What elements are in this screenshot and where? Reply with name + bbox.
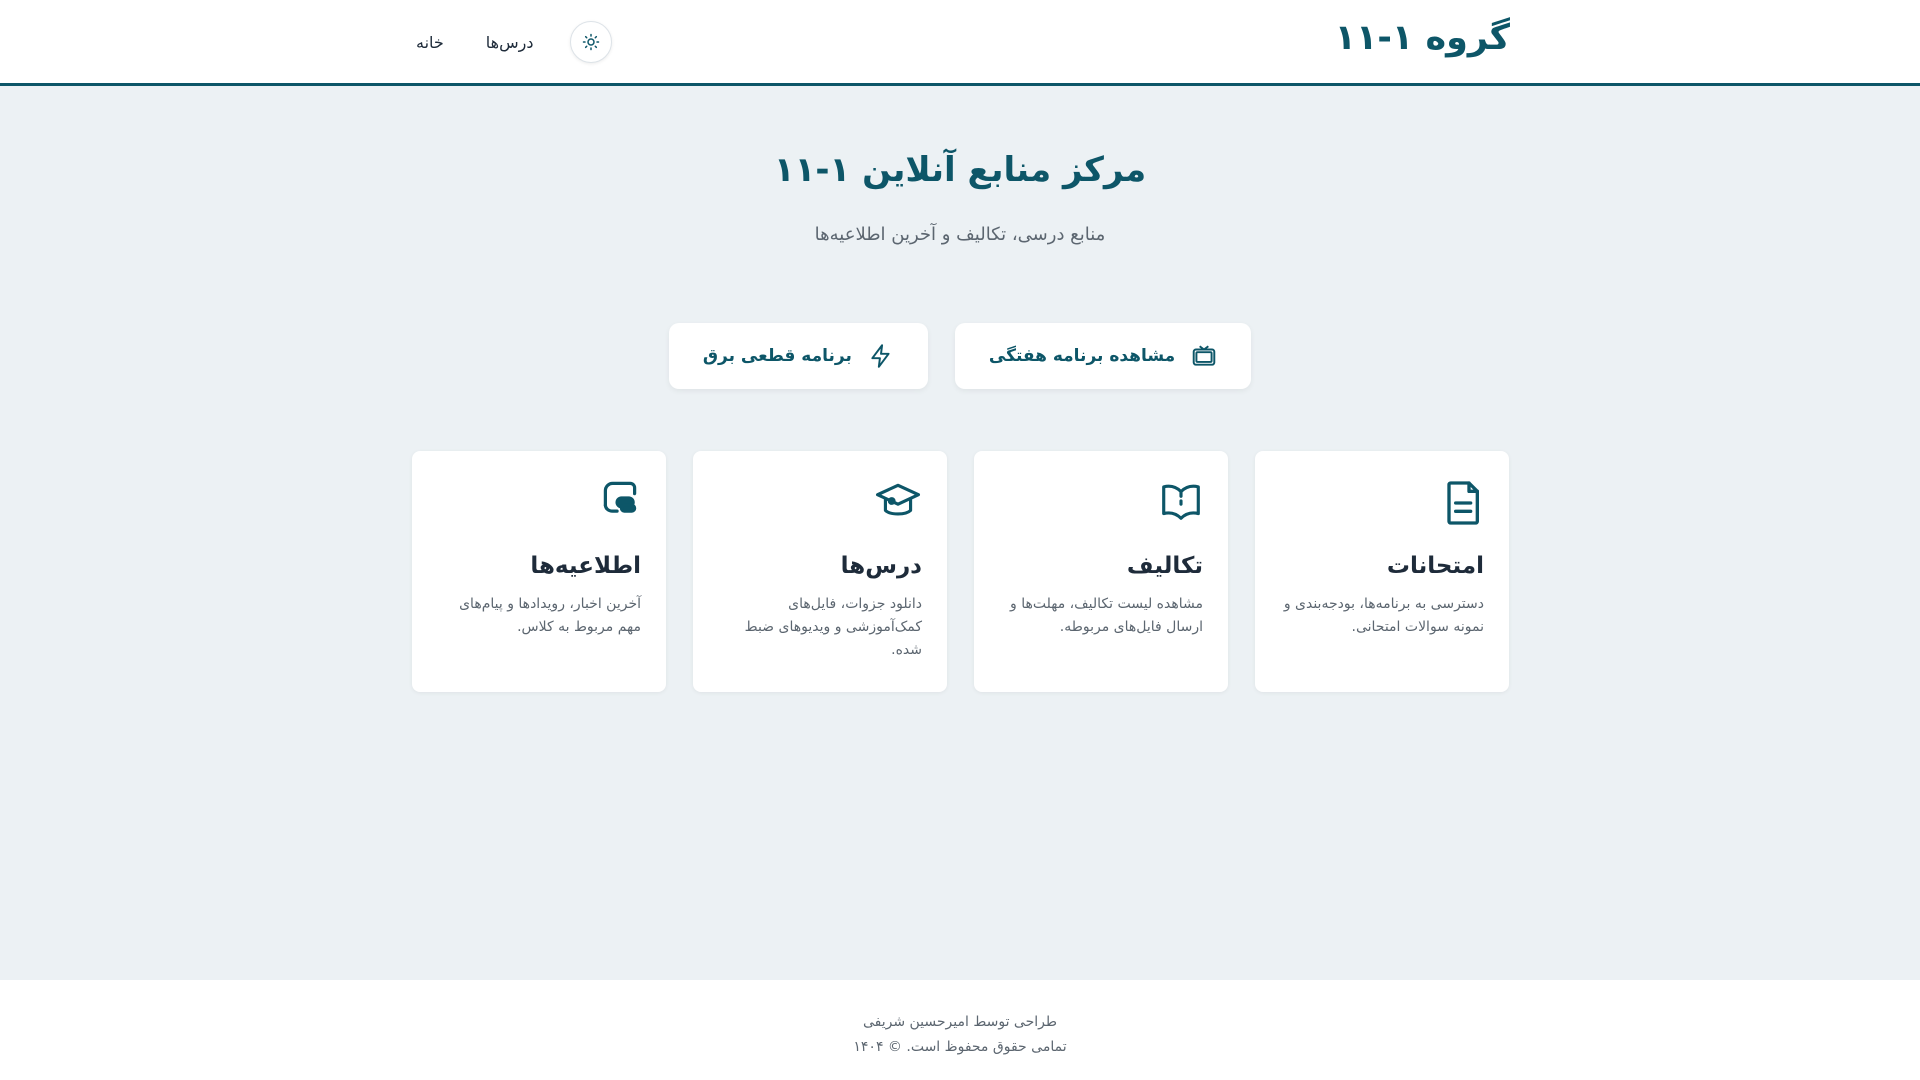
footer-copyright: تمامی حقوق محفوظ است. © ۱۴۰۴ <box>853 1039 1067 1055</box>
power-outage-button[interactable]: برنامه قطعی برق <box>668 323 928 389</box>
footer-credit: طراحی توسط امیرحسین شریفی <box>862 1014 1058 1030</box>
nav-lessons-link[interactable]: درس‌ها <box>480 33 540 52</box>
card-description: آخرین اخبار، رویدادها و پیام‌های مهم مرب… <box>459 596 641 635</box>
card-icon-wrapper <box>1280 479 1484 527</box>
weekly-schedule-label: مشاهده برنامه هفتگی <box>988 346 1176 366</box>
weekly-schedule-button[interactable]: مشاهده برنامه هفتگی <box>954 323 1252 389</box>
action-buttons: مشاهده برنامه هفتگی برنامه قطعی برق <box>0 323 1920 389</box>
hero-subtitle: منابع درسی، تکالیف و آخرین اطلاعیه‌ها <box>814 224 1106 245</box>
card-title: امتحانات <box>1386 553 1484 579</box>
card-description: دسترسی به برنامه‌ها، بودجه‌بندی و نمونه … <box>1283 596 1484 635</box>
card-title: تکالیف <box>1126 553 1203 579</box>
card-icon-wrapper <box>437 479 641 527</box>
hero-title: مرکز منابع آنلاین ۱-۱۱ <box>773 150 1147 190</box>
card-announcements[interactable]: اطلاعیه‌ها آخرین اخبار، رویدادها و پیام‌… <box>412 451 666 692</box>
card-lessons[interactable]: درس‌ها دانلود جزوات، فایل‌های کمک‌آموزشی… <box>693 451 947 692</box>
card-assignments[interactable]: تکالیف مشاهده لیست تکالیف، مهلت‌ها و ارس… <box>974 451 1228 692</box>
site-header: گروه ۱-۱۱ خانه درس‌ها <box>0 0 1920 86</box>
card-icon-wrapper <box>999 479 1203 527</box>
open-book-icon <box>1162 484 1200 520</box>
brand-title[interactable]: گروه ۱-۱۱ <box>1335 18 1510 58</box>
card-title: درس‌ها <box>840 553 922 579</box>
tv-icon <box>1192 345 1216 366</box>
main-nav: خانه درس‌ها <box>410 21 612 63</box>
theme-toggle-button[interactable] <box>569 21 612 63</box>
feature-cards: امتحانات دسترسی به برنامه‌ها، بودجه‌بندی… <box>411 451 1509 692</box>
card-description: مشاهده لیست تکالیف، مهلت‌ها و ارسال فایل… <box>1010 596 1203 635</box>
sun-icon <box>582 33 599 51</box>
nav-home-link[interactable]: خانه <box>410 33 450 52</box>
card-description: دانلود جزوات، فایل‌های کمک‌آموزشی و ویدی… <box>744 596 922 658</box>
card-title: اطلاعیه‌ها <box>530 553 641 579</box>
megaphone-icon <box>603 481 637 513</box>
graduation-cap-icon <box>876 483 920 516</box>
document-icon <box>1447 481 1479 525</box>
site-footer: طراحی توسط امیرحسین شریفی تمامی حقوق محف… <box>0 980 1920 1080</box>
card-exams[interactable]: امتحانات دسترسی به برنامه‌ها، بودجه‌بندی… <box>1255 451 1509 692</box>
lightning-icon <box>871 344 890 368</box>
power-outage-label: برنامه قطعی برق <box>702 346 852 366</box>
card-icon-wrapper <box>718 479 922 527</box>
